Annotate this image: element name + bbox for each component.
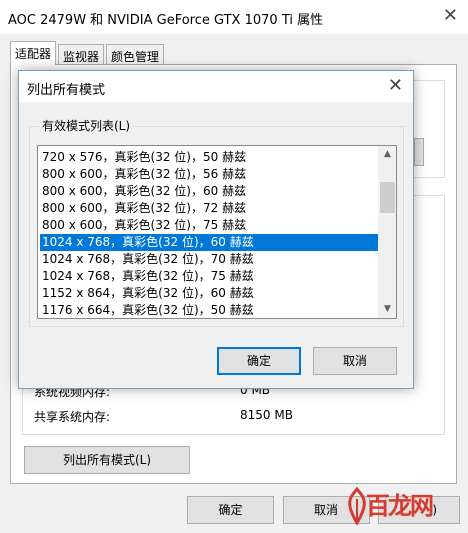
dialog-title-bar: 列出所有模式 ✕ <box>19 71 413 102</box>
tab-color-management[interactable]: 颜色管理 <box>106 44 165 66</box>
window-title-bar: AOC 2479W 和 NVIDIA GeForce GTX 1070 Ti 属… <box>0 0 468 34</box>
dialog-ok-button[interactable]: 确定 <box>217 347 301 375</box>
close-icon[interactable]: ✕ <box>388 75 403 96</box>
list-all-modes-dialog: 列出所有模式 ✕ 有效模式列表(L) 720 x 576，真彩色(32 位)，5… <box>18 70 414 389</box>
watermark-text: 百龙网 <box>366 491 434 520</box>
tab-label: 监视器 <box>63 50 100 64</box>
list-item[interactable]: 800 x 600，真彩色(32 位)，60 赫兹 <box>40 183 378 200</box>
list-item[interactable]: 720 x 576，真彩色(32 位)，50 赫兹 <box>40 149 378 166</box>
list-item-selected[interactable]: 1024 x 768，真彩色(32 位)，60 赫兹 <box>40 234 378 251</box>
list-item[interactable]: 1024 x 768，真彩色(32 位)，70 赫兹 <box>40 251 378 268</box>
list-item[interactable]: 1024 x 768，真彩色(32 位)，75 赫兹 <box>40 268 378 285</box>
list-all-modes-button[interactable]: 列出所有模式(L) <box>24 446 190 474</box>
scroll-thumb[interactable] <box>380 182 395 213</box>
tab-monitor[interactable]: 监视器 <box>58 44 105 66</box>
list-item[interactable]: 1152 x 864，真彩色(32 位)，60 赫兹 <box>40 285 378 302</box>
list-item[interactable]: 800 x 600，真彩色(32 位)，75 赫兹 <box>40 217 378 234</box>
scroll-down-arrow-icon[interactable]: ▼ <box>379 301 396 318</box>
dialog-title: 列出所有模式 <box>27 83 106 98</box>
list-item[interactable]: 800 x 600，真彩色(32 位)，56 赫兹 <box>40 166 378 183</box>
valid-modes-label: 有效模式列表(L) <box>39 117 134 134</box>
list-item[interactable]: 1176 x 664，真彩色(32 位)，50 赫兹 <box>40 302 378 318</box>
list-item[interactable]: 800 x 600，真彩色(32 位)，72 赫兹 <box>40 200 378 217</box>
close-icon[interactable]: ✕ <box>443 5 458 26</box>
dialog-cancel-button[interactable]: 取消 <box>313 347 397 375</box>
tab-adapter[interactable]: 适配器 <box>10 41 57 65</box>
scroll-up-arrow-icon[interactable]: ▲ <box>379 146 396 163</box>
ok-button[interactable]: 确定 <box>187 496 274 524</box>
tab-label: 颜色管理 <box>111 50 160 64</box>
modes-listbox[interactable]: 720 x 576，真彩色(32 位)，50 赫兹 800 x 600，真彩色(… <box>37 145 397 319</box>
window-title: AOC 2479W 和 NVIDIA GeForce GTX 1070 Ti 属… <box>8 13 324 28</box>
shared-system-memory-label: 共享系统内存: <box>34 410 111 424</box>
properties-button-edge[interactable] <box>414 138 424 166</box>
vertical-scrollbar[interactable]: ▲ ▼ <box>378 146 396 318</box>
watermark-logo: 百龙网 <box>340 483 440 529</box>
tab-label: 适配器 <box>15 47 52 61</box>
shared-system-memory-value: 8150 MB <box>240 408 293 422</box>
